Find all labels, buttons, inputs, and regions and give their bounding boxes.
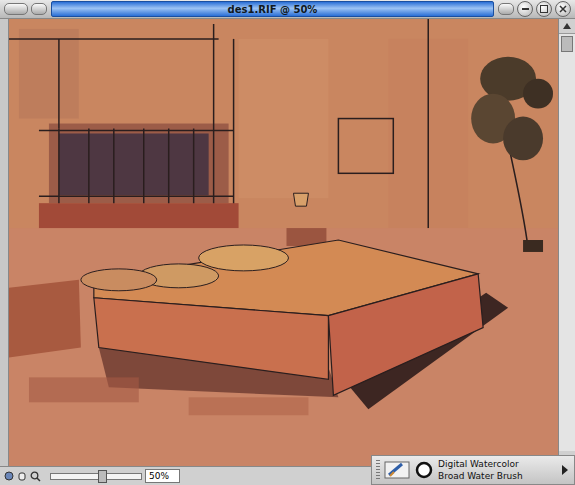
zoom-field[interactable]: 50% (145, 469, 180, 483)
grip-icon[interactable] (376, 460, 380, 480)
scroll-up-icon[interactable] (559, 19, 575, 34)
brush-variant-icon[interactable] (414, 460, 434, 480)
window-resize-icon[interactable] (498, 3, 514, 15)
zoom-slider[interactable] (50, 473, 142, 480)
zoom-icon[interactable] (30, 471, 41, 482)
window-collapse-icon[interactable] (31, 3, 47, 15)
scroll-thumb[interactable] (561, 36, 573, 52)
brush-names: Digital WatercolorBroad Water Brush (438, 458, 558, 482)
maximize-icon[interactable] (536, 1, 552, 17)
grabber-icon[interactable] (4, 471, 14, 481)
brush-category-icon[interactable] (384, 460, 410, 480)
title-strip: des1.RIF @ 50% (51, 1, 494, 17)
painting-canvas[interactable] (9, 19, 558, 466)
title-right-controls (494, 1, 575, 17)
vertical-scrollbar[interactable] (558, 19, 575, 466)
title-bar[interactable]: des1.RIF @ 50% (0, 0, 575, 19)
minimize-icon[interactable] (517, 1, 533, 17)
window-left-border (0, 19, 9, 466)
room-painting (9, 19, 558, 466)
close-icon[interactable] (555, 1, 571, 17)
painter-window: des1.RIF @ 50% 50% Digital WatercolorBroad… (0, 0, 575, 485)
hand-icon[interactable] (17, 471, 27, 481)
scroll-track[interactable] (559, 54, 575, 451)
window-title: des1.RIF @ 50% (228, 4, 318, 15)
zoom-slider-thumb[interactable] (98, 470, 107, 483)
title-left-controls (0, 3, 51, 15)
brush-variant[interactable]: Broad Water Brush (438, 470, 558, 482)
window-menu-icon[interactable] (4, 3, 28, 15)
brush-selector: Digital WatercolorBroad Water Brush (371, 455, 575, 485)
brush-menu-arrow-icon[interactable] (562, 465, 570, 475)
brush-category[interactable]: Digital Watercolor (438, 458, 558, 470)
document-area (0, 19, 575, 466)
